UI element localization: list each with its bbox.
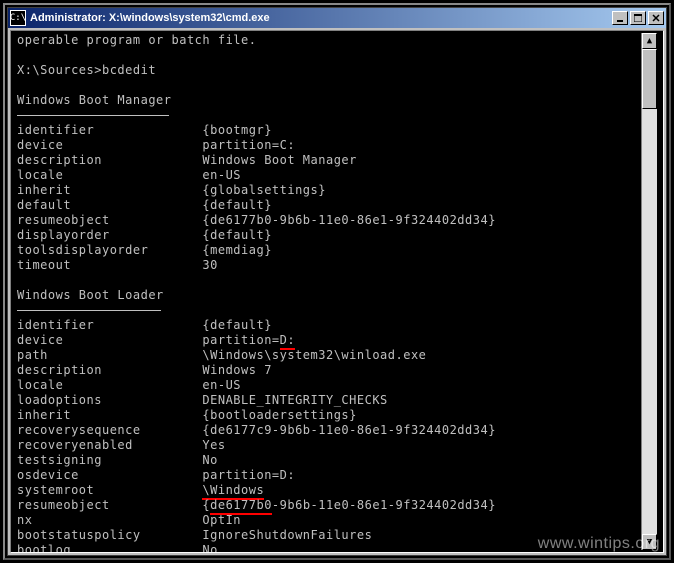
scroll-track[interactable]: [642, 49, 657, 534]
vertical-scrollbar[interactable]: ▲ ▼: [641, 33, 657, 550]
scroll-up-button[interactable]: ▲: [642, 33, 657, 49]
terminal-output: operable program or batch file. X:\Sourc…: [17, 33, 641, 550]
minimize-button[interactable]: [612, 11, 628, 25]
cmd-icon: C:\: [10, 10, 26, 26]
scroll-down-button[interactable]: ▼: [642, 534, 657, 550]
titlebar: C:\ Administrator: X:\windows\system32\c…: [8, 8, 666, 28]
window-title: Administrator: X:\windows\system32\cmd.e…: [30, 12, 612, 24]
maximize-button[interactable]: [630, 11, 646, 25]
terminal-area[interactable]: operable program or batch file. X:\Sourc…: [10, 30, 664, 553]
close-button[interactable]: [648, 11, 664, 25]
cmd-window: C:\ Administrator: X:\windows\system32\c…: [7, 7, 667, 556]
scroll-thumb[interactable]: [642, 49, 657, 109]
